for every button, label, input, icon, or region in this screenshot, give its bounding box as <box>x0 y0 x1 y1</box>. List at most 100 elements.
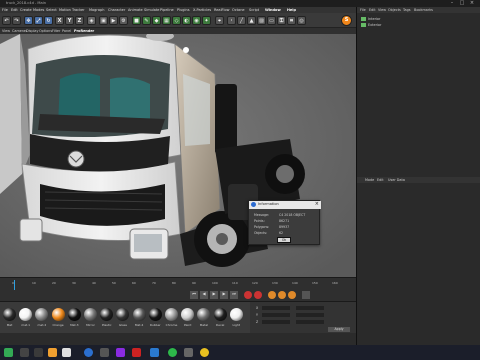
media-icon[interactable] <box>132 348 141 357</box>
material-swatch[interactable] <box>19 308 33 321</box>
menu-plugins[interactable]: Plugins <box>177 8 190 12</box>
polygons-mode-icon[interactable]: ▲ <box>247 16 256 25</box>
points-mode-icon[interactable]: · <box>227 16 236 25</box>
menu-file[interactable]: File <box>2 8 8 12</box>
axis-z-button[interactable]: Z <box>75 16 84 25</box>
whatsapp-icon[interactable] <box>168 348 177 357</box>
material-swatch[interactable] <box>229 308 243 321</box>
scale-tool-icon[interactable]: ⤢ <box>34 16 43 25</box>
menu-octane[interactable]: Octane <box>232 8 245 12</box>
vp-menu-view[interactable]: View <box>2 29 10 33</box>
move-tool-icon[interactable]: ✥ <box>24 16 33 25</box>
dialog-close-icon[interactable]: × <box>315 201 319 207</box>
material-swatch[interactable] <box>213 308 227 321</box>
vp-menu-cameras[interactable]: Cameras <box>12 29 27 33</box>
vp-menu-filter[interactable]: Filter <box>52 29 60 33</box>
material-swatch[interactable] <box>197 308 211 321</box>
om-menu-edit[interactable]: Edit <box>369 8 376 12</box>
go-to-end-icon[interactable]: ⏭ <box>230 291 238 299</box>
material-swatch[interactable] <box>84 308 97 321</box>
chrome-icon[interactable] <box>200 348 209 357</box>
render-settings-icon[interactable]: ⚙ <box>119 16 128 25</box>
attr-menu-mode[interactable]: Mode <box>365 178 374 182</box>
menu-select[interactable]: Select <box>46 8 57 12</box>
edge-icon[interactable] <box>84 348 93 357</box>
object-item-exterior[interactable]: Exterior <box>368 23 381 27</box>
material-swatch[interactable] <box>35 308 49 321</box>
scene-icon[interactable]: ◐ <box>182 16 191 25</box>
timeline[interactable]: 0 10 20 30 40 50 60 70 80 90 100 110 120 130 140 150 160… <box>0 277 356 301</box>
lock-workplane-icon[interactable]: ⚿ <box>277 16 286 25</box>
layout-switch-icon[interactable]: S <box>341 15 352 26</box>
timeline-options-icon[interactable] <box>302 291 310 299</box>
next-frame-icon[interactable]: ▶ <box>220 291 228 299</box>
attr-menu-user-data[interactable]: User Data <box>388 178 405 182</box>
array-icon[interactable]: ▦ <box>162 16 171 25</box>
menu-modes[interactable]: Modes <box>33 8 44 12</box>
material-swatch[interactable] <box>148 308 162 321</box>
key-scale-icon[interactable] <box>278 291 286 299</box>
solo-icon[interactable]: ◎ <box>297 16 306 25</box>
search-icon[interactable] <box>20 348 29 357</box>
vp-menu-panel[interactable]: Panel <box>62 29 71 33</box>
material-swatch[interactable] <box>3 308 16 321</box>
attr-menu-edit[interactable]: Edit <box>377 178 384 182</box>
menu-create[interactable]: Create <box>20 8 32 12</box>
texture-mode-icon[interactable]: ▨ <box>257 16 266 25</box>
material-swatch[interactable] <box>100 308 114 321</box>
axis-x-button[interactable]: X <box>55 16 64 25</box>
render-region-icon[interactable]: ▣ <box>99 16 108 25</box>
render-view-icon[interactable]: ▶ <box>109 16 118 25</box>
om-menu-objects[interactable]: Objects <box>388 8 401 12</box>
menu-x-particles[interactable]: X-Particles <box>193 8 211 12</box>
material-swatch[interactable] <box>181 308 195 321</box>
om-menu-bookmarks[interactable]: Bookmarks <box>414 8 433 12</box>
rotate-tool-icon[interactable]: ↻ <box>44 16 53 25</box>
material-swatch[interactable] <box>51 308 65 321</box>
minimize-icon[interactable]: – <box>448 0 456 7</box>
material-swatch[interactable] <box>165 308 178 321</box>
record-icon[interactable] <box>244 291 252 299</box>
om-menu-tags[interactable]: Tags <box>403 8 411 12</box>
snap-icon[interactable]: ⌖ <box>215 16 224 25</box>
close-icon[interactable]: × <box>468 0 476 7</box>
playhead[interactable] <box>14 280 15 290</box>
om-menu-view[interactable]: View <box>378 8 386 12</box>
task-view-icon[interactable] <box>34 348 43 357</box>
menu-animate[interactable]: Animate <box>128 8 143 12</box>
pos-x-field[interactable] <box>262 306 290 310</box>
app-icon[interactable] <box>116 348 125 357</box>
vp-menu-display[interactable]: Display <box>26 29 39 33</box>
deformer-icon[interactable]: ◇ <box>172 16 181 25</box>
key-rotation-icon[interactable] <box>288 291 296 299</box>
go-to-start-icon[interactable]: ⏮ <box>190 291 198 299</box>
previous-frame-icon[interactable]: ◀ <box>200 291 208 299</box>
menu-help[interactable]: Help <box>287 8 296 12</box>
pos-z-field[interactable] <box>262 320 290 324</box>
key-position-icon[interactable] <box>268 291 276 299</box>
material-swatch[interactable] <box>132 308 146 321</box>
start-icon[interactable] <box>4 348 13 357</box>
menu-character[interactable]: Character <box>108 8 125 12</box>
object-item-interior[interactable]: Interior <box>368 17 380 21</box>
edges-mode-icon[interactable]: ╱ <box>237 16 246 25</box>
menu-mograph[interactable]: Mograph <box>89 8 104 12</box>
size-z-field[interactable] <box>296 320 324 324</box>
menu-edit[interactable]: Edit <box>11 8 18 12</box>
om-menu-file[interactable]: File <box>360 8 366 12</box>
quantize-icon[interactable]: ⌗ <box>287 16 296 25</box>
cube-icon[interactable]: ■ <box>132 16 141 25</box>
maximize-icon[interactable]: □ <box>458 0 466 7</box>
menu-script[interactable]: Script <box>249 8 259 12</box>
store-icon[interactable] <box>100 348 109 357</box>
cinema4d-icon[interactable] <box>62 348 71 357</box>
terminal-icon[interactable] <box>184 348 193 357</box>
undo-icon[interactable]: ↶ <box>2 16 11 25</box>
vp-menu-options[interactable]: Options <box>39 29 52 33</box>
menu-pipeline[interactable]: Pipeline <box>160 8 174 12</box>
vscode-icon[interactable] <box>150 348 159 357</box>
size-x-field[interactable] <box>296 306 324 310</box>
redo-icon[interactable]: ↷ <box>12 16 21 25</box>
coordinate-system-icon[interactable]: ◈ <box>87 16 96 25</box>
ok-button[interactable]: Ok <box>277 237 291 243</box>
